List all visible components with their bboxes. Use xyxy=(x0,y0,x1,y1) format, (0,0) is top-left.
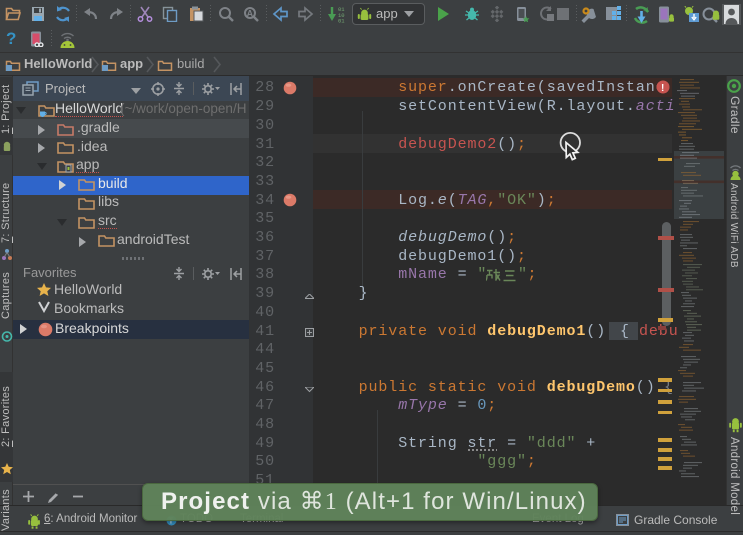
svg-text:A: A xyxy=(247,9,254,19)
svg-text:!: ! xyxy=(661,83,664,94)
svg-text:01: 01 xyxy=(338,18,345,24)
